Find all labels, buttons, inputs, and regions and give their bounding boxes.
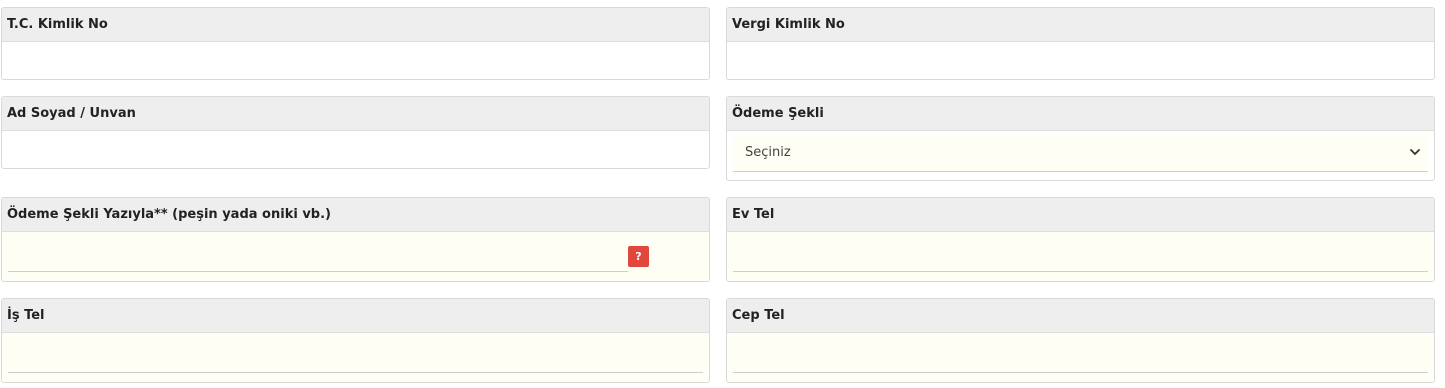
- ev-tel-label: Ev Tel: [727, 198, 1434, 232]
- vergi-kimlik-no-label: Vergi Kimlik No: [727, 8, 1434, 42]
- cep-tel-field: Cep Tel: [726, 298, 1435, 383]
- is-tel-field: İş Tel: [1, 298, 710, 383]
- ev-tel-field: Ev Tel: [726, 197, 1435, 282]
- ad-soyad-unvan-input[interactable]: [2, 131, 709, 168]
- ad-soyad-unvan-field: Ad Soyad / Unvan: [1, 96, 710, 169]
- vergi-kimlik-no-field: Vergi Kimlik No: [726, 7, 1435, 80]
- tc-kimlik-no-label: T.C. Kimlik No: [2, 8, 709, 42]
- is-tel-label: İş Tel: [2, 299, 709, 333]
- chevron-down-icon: [1410, 149, 1420, 155]
- odeme-sekli-yaziyla-label: Ödeme Şekli Yazıyla** (peşin yada oniki …: [2, 198, 709, 232]
- question-icon: ?: [635, 250, 642, 263]
- odeme-sekli-yaziyla-input[interactable]: [8, 236, 628, 272]
- cep-tel-label: Cep Tel: [727, 299, 1434, 333]
- ad-soyad-unvan-label: Ad Soyad / Unvan: [2, 97, 709, 131]
- odeme-sekli-field: Ödeme Şekli Seçiniz: [726, 96, 1435, 181]
- odeme-sekli-selected-value: Seçiniz: [745, 145, 791, 160]
- ev-tel-input[interactable]: [733, 236, 1428, 272]
- help-button[interactable]: ?: [628, 246, 649, 267]
- vergi-kimlik-no-input[interactable]: [727, 42, 1434, 79]
- odeme-sekli-select[interactable]: Seçiniz: [733, 135, 1428, 172]
- cep-tel-input[interactable]: [733, 337, 1428, 373]
- tc-kimlik-no-field: T.C. Kimlik No: [1, 7, 710, 80]
- is-tel-input[interactable]: [8, 337, 703, 373]
- odeme-sekli-label: Ödeme Şekli: [727, 97, 1434, 131]
- tc-kimlik-no-input[interactable]: [2, 42, 709, 79]
- odeme-sekli-yaziyla-field: Ödeme Şekli Yazıyla** (peşin yada oniki …: [1, 197, 710, 282]
